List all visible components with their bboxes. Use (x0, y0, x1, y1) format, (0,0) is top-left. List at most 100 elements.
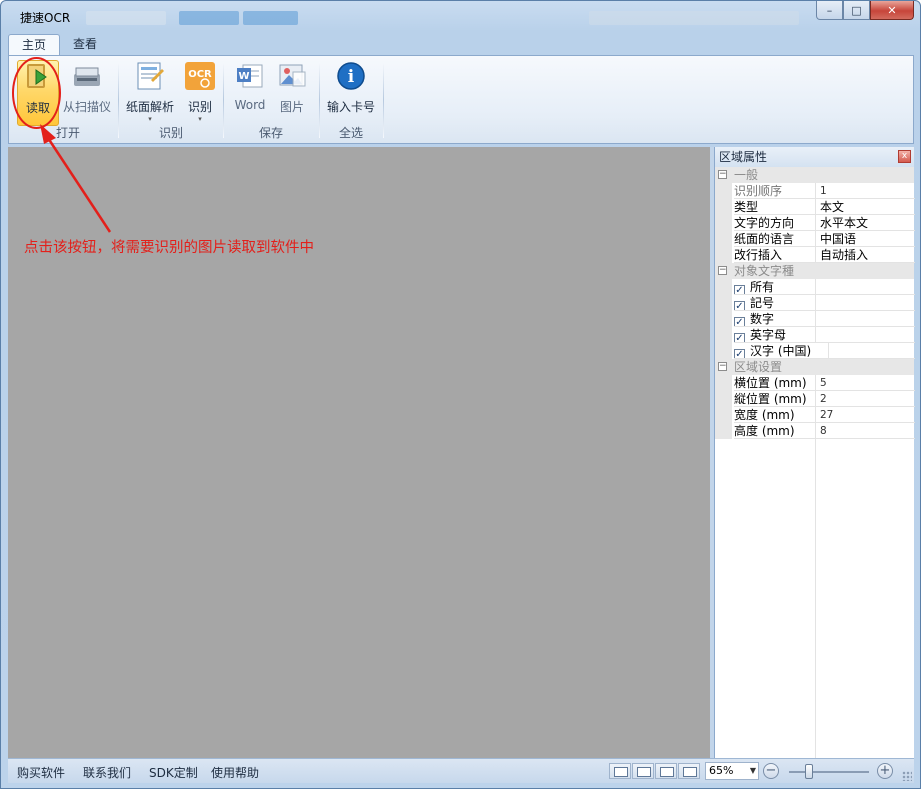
scanner-button[interactable]: 从扫描仪 (62, 60, 112, 115)
save-word-label: Word (234, 98, 266, 112)
section-target-chars[interactable]: − 对象文字種 (715, 263, 914, 279)
property-key: 縦位置 (mm) (734, 391, 816, 407)
panel-close-icon[interactable]: x (898, 150, 911, 163)
collapse-icon[interactable]: − (718, 170, 727, 179)
property-value[interactable]: 本文 (816, 199, 915, 215)
property-row[interactable]: 识别顺序 1 (715, 183, 915, 199)
title-bar: 捷速OCR – □ ✕ (1, 1, 920, 31)
property-key: 改行插入 (734, 247, 816, 263)
sdk-custom-link[interactable]: SDK定制 (149, 764, 198, 781)
chevron-down-icon: ▼ (749, 766, 756, 775)
checkbox[interactable]: ✓ (734, 301, 745, 310)
property-value[interactable]: 27 (816, 407, 915, 423)
checkbox[interactable]: ✓ (734, 317, 745, 326)
view-split-button[interactable] (655, 763, 677, 779)
property-key: 识别顺序 (734, 183, 816, 199)
property-value[interactable]: 8 (816, 423, 915, 439)
contact-us-link[interactable]: 联系我们 (83, 764, 131, 781)
layout-analysis-icon (134, 60, 166, 92)
recognize-button[interactable]: OCR 识别 ▾ (181, 60, 219, 123)
property-value[interactable]: 水平本文 (816, 215, 915, 231)
layout-analysis-button[interactable]: 纸面解析 ▾ (123, 60, 177, 123)
property-row[interactable]: 类型 本文 (715, 199, 915, 215)
checkbox-label: 所有 (750, 280, 775, 294)
collapse-icon[interactable]: − (718, 266, 727, 275)
read-label: 读取 (25, 101, 50, 115)
checkbox-row[interactable]: ✓ 数字 (715, 311, 915, 327)
property-key: 文字的方向 (734, 215, 816, 231)
chevron-down-icon: ▾ (148, 115, 152, 123)
section-title: 区域设置 (734, 360, 783, 374)
tab-home[interactable]: 主页 (8, 34, 61, 56)
property-value[interactable]: 自动插入 (816, 247, 915, 263)
minimize-button[interactable]: – (816, 1, 843, 20)
property-row[interactable]: 高度 (mm) 8 (715, 423, 915, 439)
save-word-button[interactable]: W Word (232, 60, 268, 112)
word-icon-text: W (238, 71, 249, 82)
group-label-selectall: 全选 (338, 126, 363, 140)
panel-header: 区域属性 x (715, 147, 914, 167)
group-label-save: 保存 (258, 126, 283, 140)
property-row[interactable]: 文字的方向 水平本文 (715, 215, 915, 231)
title-blur-3 (243, 11, 298, 25)
ocr-icon: OCR (184, 60, 216, 92)
ribbon: 读取 从扫描仪 打开 纸面解析 ▾ OCR 识别 ▾ 识别 W Word 图片 … (8, 55, 914, 144)
zoom-slider-track[interactable] (789, 771, 869, 773)
tab-view[interactable]: 查看 (60, 34, 110, 56)
maximize-button[interactable]: □ (843, 1, 870, 20)
save-image-button[interactable]: 图片 (274, 60, 310, 115)
zoom-in-icon[interactable]: + (877, 763, 893, 779)
checkbox[interactable]: ✓ (734, 285, 745, 294)
section-title: 对象文字種 (734, 264, 795, 278)
checkbox-label: 英字母 (750, 328, 787, 342)
property-grid: − 一般 识别顺序 1 类型 本文 文字的方向 水平本文 纸面的语言 中国语 改行插入自… (715, 167, 915, 439)
zoom-slider-thumb[interactable] (805, 764, 813, 779)
read-button[interactable]: 读取 (17, 60, 59, 126)
checkbox[interactable]: ✓ (734, 333, 745, 342)
close-button[interactable]: ✕ (870, 1, 914, 20)
property-row[interactable]: 纸面的语言 中国语 (715, 231, 915, 247)
panel-empty-area (715, 439, 913, 758)
buy-software-link[interactable]: 购买软件 (17, 764, 65, 781)
title-blur-2 (179, 11, 239, 25)
section-title: 一般 (734, 168, 759, 182)
checkbox-row[interactable]: ✓ 所有 (715, 279, 915, 295)
chevron-down-icon: ▾ (198, 115, 202, 123)
input-card-button[interactable]: i 输入卡号 (324, 60, 378, 115)
panel-title: 区域属性 (719, 150, 768, 164)
collapse-icon[interactable]: − (718, 362, 727, 371)
property-row[interactable]: 宽度 (mm) 27 (715, 407, 915, 423)
property-row[interactable]: 縦位置 (mm) 2 (715, 391, 915, 407)
view-fit-button[interactable] (609, 763, 631, 779)
property-value[interactable]: 1 (816, 183, 915, 199)
checkbox-row[interactable]: ✓ 記号 (715, 295, 915, 311)
status-bar: 购买软件 联系我们 SDK定制 使用帮助 65% ▼ − + (8, 758, 914, 783)
title-blur-1 (86, 11, 166, 25)
property-value[interactable]: 2 (816, 391, 915, 407)
checkbox-row[interactable]: ✓ 英字母 (715, 327, 915, 343)
zoom-select[interactable]: 65% ▼ (705, 762, 759, 780)
zoom-value: 65% (709, 764, 734, 777)
resize-grip-icon[interactable] (902, 771, 912, 781)
ocr-icon-text: OCR (188, 69, 212, 80)
view-image-button[interactable] (632, 763, 654, 779)
property-value[interactable]: 中国语 (816, 231, 915, 247)
group-label-recognize: 识别 (158, 126, 183, 140)
property-row[interactable]: 横位置 (mm) 5 (715, 375, 915, 391)
checkbox-row[interactable]: ✓ 汉字 (中国) (715, 343, 915, 359)
property-row[interactable]: 改行插入 自动插入 (715, 247, 915, 263)
read-icon (22, 61, 54, 93)
view-text-button[interactable] (678, 763, 700, 779)
section-region-settings[interactable]: − 区域设置 (715, 359, 914, 375)
property-key: 类型 (734, 199, 816, 215)
scanner-icon (71, 60, 103, 92)
section-general[interactable]: − 一般 (715, 167, 914, 183)
window-controls: – □ ✕ (816, 1, 914, 20)
checkbox[interactable]: ✓ (734, 349, 745, 358)
help-link[interactable]: 使用帮助 (211, 764, 259, 781)
checkbox-label: 記号 (750, 296, 775, 310)
app-window: 捷速OCR – □ ✕ 主页 查看 读取 从扫描仪 打开 纸面解析 ▾ OCR … (0, 0, 921, 789)
property-value[interactable]: 5 (816, 375, 915, 391)
zoom-out-icon[interactable]: − (763, 763, 779, 779)
save-image-label: 图片 (279, 100, 304, 114)
